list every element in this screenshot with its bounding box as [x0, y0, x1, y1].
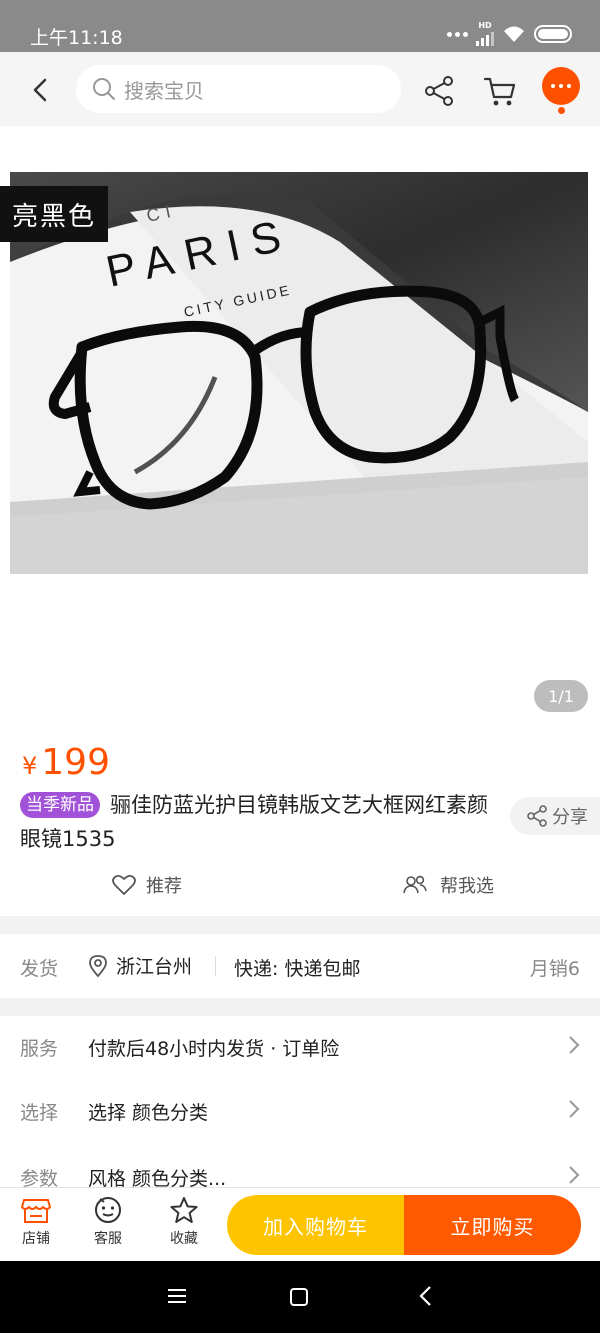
- monthly-sales: 月销6: [529, 958, 580, 980]
- search-placeholder: 搜索宝贝: [124, 78, 204, 103]
- recommend-button[interactable]: 推荐: [112, 872, 182, 898]
- select-label: 选择: [20, 1102, 59, 1124]
- status-time: 上午11:18: [30, 27, 123, 49]
- shop-tab[interactable]: 店铺: [6, 1196, 66, 1248]
- home-icon[interactable]: [290, 1288, 308, 1306]
- share-button[interactable]: 分享: [510, 797, 600, 835]
- status-icons: HD: [447, 22, 572, 46]
- top-nav: 搜索宝贝: [0, 52, 600, 126]
- shop-icon: [21, 1199, 51, 1223]
- favorite-tab[interactable]: 收藏: [154, 1196, 214, 1248]
- service-label: 服务: [20, 1038, 59, 1060]
- wifi-icon: [504, 26, 524, 42]
- dots-icon: [447, 31, 468, 37]
- more-menu-button[interactable]: [542, 67, 580, 114]
- product-title-block: 当季新品 骊佳防蓝光护目镜韩版文艺大框网红素颜眼镜1535: [20, 788, 498, 856]
- color-tag: 亮黑色: [0, 186, 109, 242]
- buy-now-button[interactable]: 立即购买: [404, 1195, 581, 1255]
- shipping-row[interactable]: 发货 浙江台州 快递: 快递包邮 月销6: [0, 934, 600, 998]
- heart-icon: [112, 874, 136, 895]
- price-amount: 199: [41, 742, 110, 783]
- share-icon[interactable]: [422, 74, 456, 108]
- people-icon: [403, 875, 427, 894]
- divider: [215, 956, 216, 976]
- action-row: 推荐 帮我选: [0, 866, 600, 906]
- customer-service-label: 客服: [94, 1231, 122, 1247]
- chevron-right-icon: [569, 1100, 580, 1118]
- currency-symbol: ¥: [22, 752, 38, 780]
- menu-icon[interactable]: [166, 1287, 188, 1305]
- back-icon[interactable]: [418, 1285, 434, 1307]
- network-label: HD: [478, 21, 492, 30]
- shop-label: 店铺: [22, 1231, 50, 1247]
- recommend-label: 推荐: [146, 876, 182, 897]
- star-icon: [170, 1197, 198, 1223]
- shipping-location: 浙江台州: [88, 952, 192, 979]
- price: ¥ 199: [22, 742, 110, 783]
- back-arrow-icon: [33, 78, 47, 102]
- help-choose-label: 帮我选: [440, 876, 494, 897]
- chevron-right-icon: [569, 1036, 580, 1054]
- signal-icon: HD: [476, 22, 494, 46]
- back-button[interactable]: [22, 72, 58, 108]
- customer-service-icon: [95, 1197, 121, 1223]
- select-row[interactable]: 选择 选择 颜色分类: [0, 1080, 600, 1142]
- product-gallery[interactable]: PARIS CITY GUIDE CI 亮黑色 1/1: [0, 126, 600, 730]
- favorite-label: 收藏: [170, 1231, 198, 1247]
- customer-service-tab[interactable]: 客服: [78, 1196, 138, 1248]
- share-label: 分享: [552, 807, 588, 828]
- system-nav-bar: [0, 1261, 600, 1333]
- section-divider: [0, 998, 600, 1016]
- gallery-pager: 1/1: [534, 680, 588, 712]
- new-arrival-badge: 当季新品: [20, 792, 100, 818]
- battery-icon: [534, 25, 572, 43]
- bottom-action-bar: 店铺 客服 收藏 加入购物车 立即购买: [0, 1187, 600, 1261]
- chevron-right-icon: [569, 1166, 580, 1184]
- add-to-cart-button[interactable]: 加入购物车: [227, 1195, 404, 1255]
- help-choose-button[interactable]: 帮我选: [402, 872, 494, 898]
- status-bar: 上午11:18 HD: [0, 0, 600, 52]
- shipping-location-text: 浙江台州: [116, 956, 193, 978]
- search-icon: [93, 78, 115, 100]
- section-divider: [0, 916, 600, 934]
- select-value: 选择 颜色分类: [88, 1102, 209, 1124]
- service-value: 付款后48小时内发货 · 订单险: [88, 1038, 340, 1060]
- search-input[interactable]: 搜索宝贝: [76, 65, 401, 113]
- cart-icon[interactable]: [482, 74, 518, 108]
- shipping-label: 发货: [20, 958, 59, 980]
- share-icon: [527, 805, 547, 827]
- shipping-express: 快递: 快递包邮: [234, 958, 361, 980]
- location-pin-icon: [89, 954, 107, 977]
- service-row[interactable]: 服务 付款后48小时内发货 · 订单险: [0, 1016, 600, 1078]
